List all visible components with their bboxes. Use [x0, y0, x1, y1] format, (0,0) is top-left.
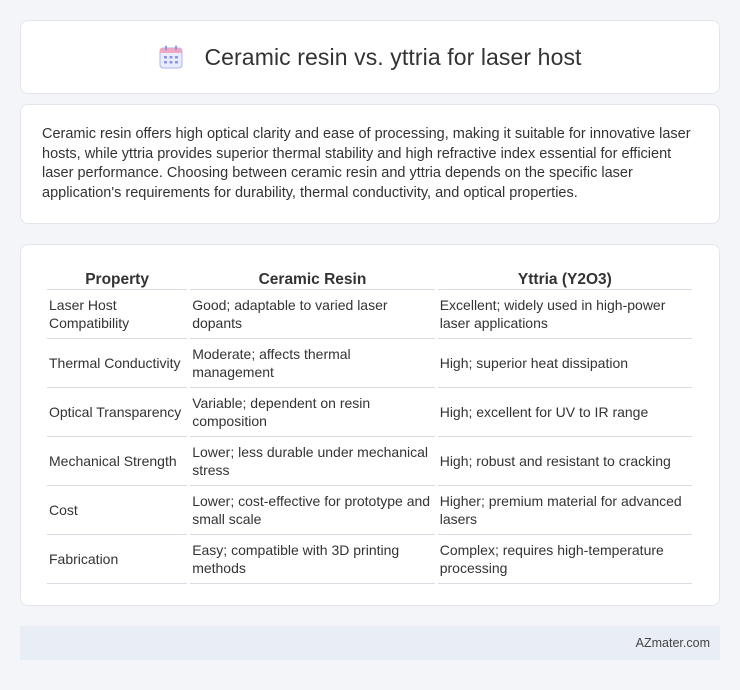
table-cell: Complex; requires high-temperature proce…: [437, 535, 692, 584]
page-title: Ceramic resin vs. yttria for laser host: [204, 43, 582, 70]
table-row: Cost Lower; cost-effective for prototype…: [47, 486, 692, 535]
table-cell: Fabrication: [47, 535, 188, 584]
table-card: Property Ceramic Resin Yttria (Y2O3) Las…: [20, 244, 720, 606]
table-cell: Moderate; affects thermal management: [190, 339, 435, 388]
title-card: Ceramic resin vs. yttria for laser host: [20, 20, 720, 94]
table-row: Thermal Conductivity Moderate; affects t…: [47, 339, 692, 388]
table-row: Laser Host Compatibility Good; adaptable…: [47, 290, 692, 339]
table-cell: High; excellent for UV to IR range: [437, 388, 692, 437]
title-wrap: Ceramic resin vs. yttria for laser host: [158, 44, 581, 71]
table-row: Fabrication Easy; compatible with 3D pri…: [47, 535, 692, 584]
header-yttria: Yttria (Y2O3): [437, 265, 692, 290]
footer: AZmater.com: [20, 626, 720, 660]
table-cell: Good; adaptable to varied laser dopants: [190, 290, 435, 339]
footer-source: AZmater.com: [635, 636, 710, 650]
header-property: Property: [47, 265, 188, 290]
table-row: Optical Transparency Variable; dependent…: [47, 388, 692, 437]
table-cell: High; robust and resistant to cracking: [437, 437, 692, 486]
intro-card: Ceramic resin offers high optical clarit…: [20, 104, 720, 224]
table-cell: High; superior heat dissipation: [437, 339, 692, 388]
table-cell: Excellent; widely used in high-power las…: [437, 290, 692, 339]
comparison-table: Property Ceramic Resin Yttria (Y2O3) Las…: [44, 265, 695, 584]
table-cell: Mechanical Strength: [47, 437, 188, 486]
table-cell: Easy; compatible with 3D printing method…: [190, 535, 435, 584]
header-ceramic-resin: Ceramic Resin: [190, 265, 435, 290]
table-cell: Variable; dependent on resin composition: [190, 388, 435, 437]
table-row: Mechanical Strength Lower; less durable …: [47, 437, 692, 486]
intro-text: Ceramic resin offers high optical clarit…: [42, 126, 691, 201]
table-header-row: Property Ceramic Resin Yttria (Y2O3): [47, 265, 692, 290]
table-cell: Cost: [47, 486, 188, 535]
table-cell: Laser Host Compatibility: [47, 290, 188, 339]
table-cell: Higher; premium material for advanced la…: [437, 486, 692, 535]
table-cell: Lower; cost-effective for prototype and …: [190, 486, 435, 535]
table-cell: Thermal Conductivity: [47, 339, 188, 388]
calendar-icon: [159, 45, 183, 69]
table-cell: Optical Transparency: [47, 388, 188, 437]
table-cell: Lower; less durable under mechanical str…: [190, 437, 435, 486]
